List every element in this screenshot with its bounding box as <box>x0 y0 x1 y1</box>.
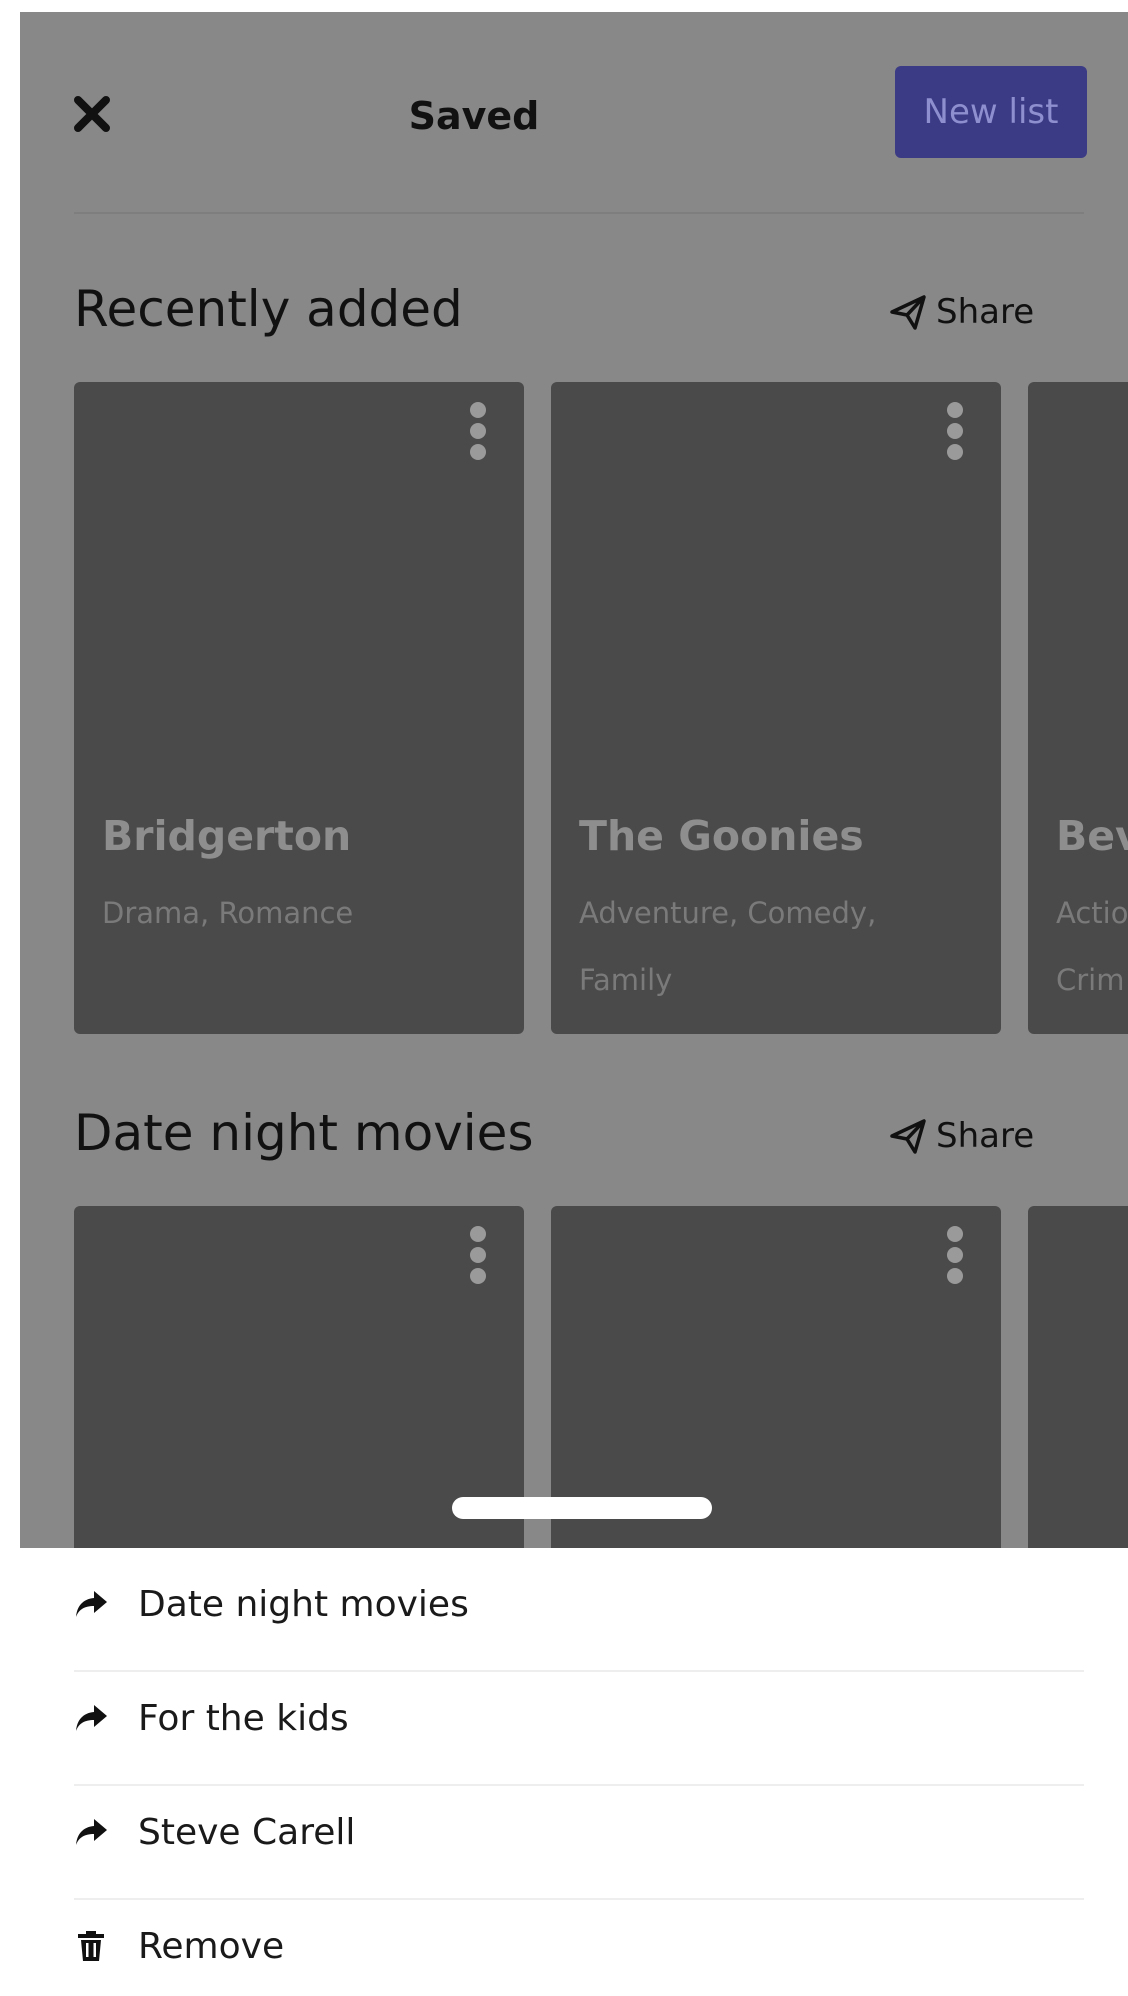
movie-card-date-night-3[interactable] <box>1028 1206 1128 1548</box>
card-menu-button[interactable] <box>463 402 493 462</box>
more-vertical-icon <box>470 1226 486 1242</box>
move-to-steve-carell[interactable]: Steve Carell <box>74 1776 1084 1888</box>
movie-card-the-goonies[interactable]: The Goonies Adventure, Comedy, Family <box>551 382 1001 1034</box>
app-frame: Saved New list Recently added Share Brid… <box>20 12 1128 1996</box>
new-list-button[interactable]: New list <box>895 66 1087 158</box>
header-divider <box>74 212 1084 214</box>
share-button-date-night-movies[interactable]: Share <box>888 1116 1034 1156</box>
share-label: Share <box>936 1116 1035 1156</box>
forward-arrow-icon <box>76 1591 107 1617</box>
section-title-recently-added: Recently added <box>74 280 463 338</box>
card-menu-button[interactable] <box>463 1226 493 1286</box>
more-vertical-icon <box>470 402 486 418</box>
menu-item-label: Date night movies <box>138 1583 469 1625</box>
trash-icon <box>78 1931 104 1961</box>
saved-screen: Saved New list Recently added Share Brid… <box>20 12 1128 1548</box>
movie-card-date-night-1[interactable] <box>74 1206 524 1548</box>
move-to-date-night-movies[interactable]: Date night movies <box>74 1548 1084 1660</box>
page-title: Saved <box>408 94 540 138</box>
share-button-recently-added[interactable]: Share <box>888 292 1034 332</box>
sheet-drag-handle[interactable] <box>452 1497 712 1519</box>
card-title: Bridgerton <box>102 812 352 860</box>
card-genres: Adventure, Comedy, Family <box>579 896 877 997</box>
card-title: Bev <box>1056 812 1128 860</box>
card-title: The Goonies <box>579 812 864 860</box>
send-icon <box>890 295 926 330</box>
forward-arrow-icon <box>76 1819 107 1845</box>
send-icon <box>890 1119 926 1154</box>
more-vertical-icon <box>947 1226 963 1242</box>
movie-card-bridgerton[interactable]: Bridgerton Drama, Romance <box>74 382 524 1034</box>
menu-item-label: Steve Carell <box>138 1811 356 1853</box>
remove-button[interactable]: Remove <box>74 1890 1084 1996</box>
card-genres: Actio Crim <box>1056 896 1128 997</box>
card-menu-button[interactable] <box>940 1226 970 1286</box>
share-label: Share <box>936 292 1035 332</box>
movie-card-third[interactable]: Bev Actio Crim <box>1028 382 1128 1034</box>
move-to-for-the-kids[interactable]: For the kids <box>74 1662 1084 1774</box>
menu-item-label: For the kids <box>138 1697 349 1739</box>
section-title-date-night-movies: Date night movies <box>74 1104 534 1162</box>
menu-item-label: Remove <box>138 1925 285 1967</box>
action-sheet: Date night movies For the kids Steve Car… <box>20 1548 1128 1996</box>
card-genres: Drama, Romance <box>102 896 354 930</box>
card-menu-button[interactable] <box>940 402 970 462</box>
more-vertical-icon <box>947 402 963 418</box>
forward-arrow-icon <box>76 1705 107 1731</box>
